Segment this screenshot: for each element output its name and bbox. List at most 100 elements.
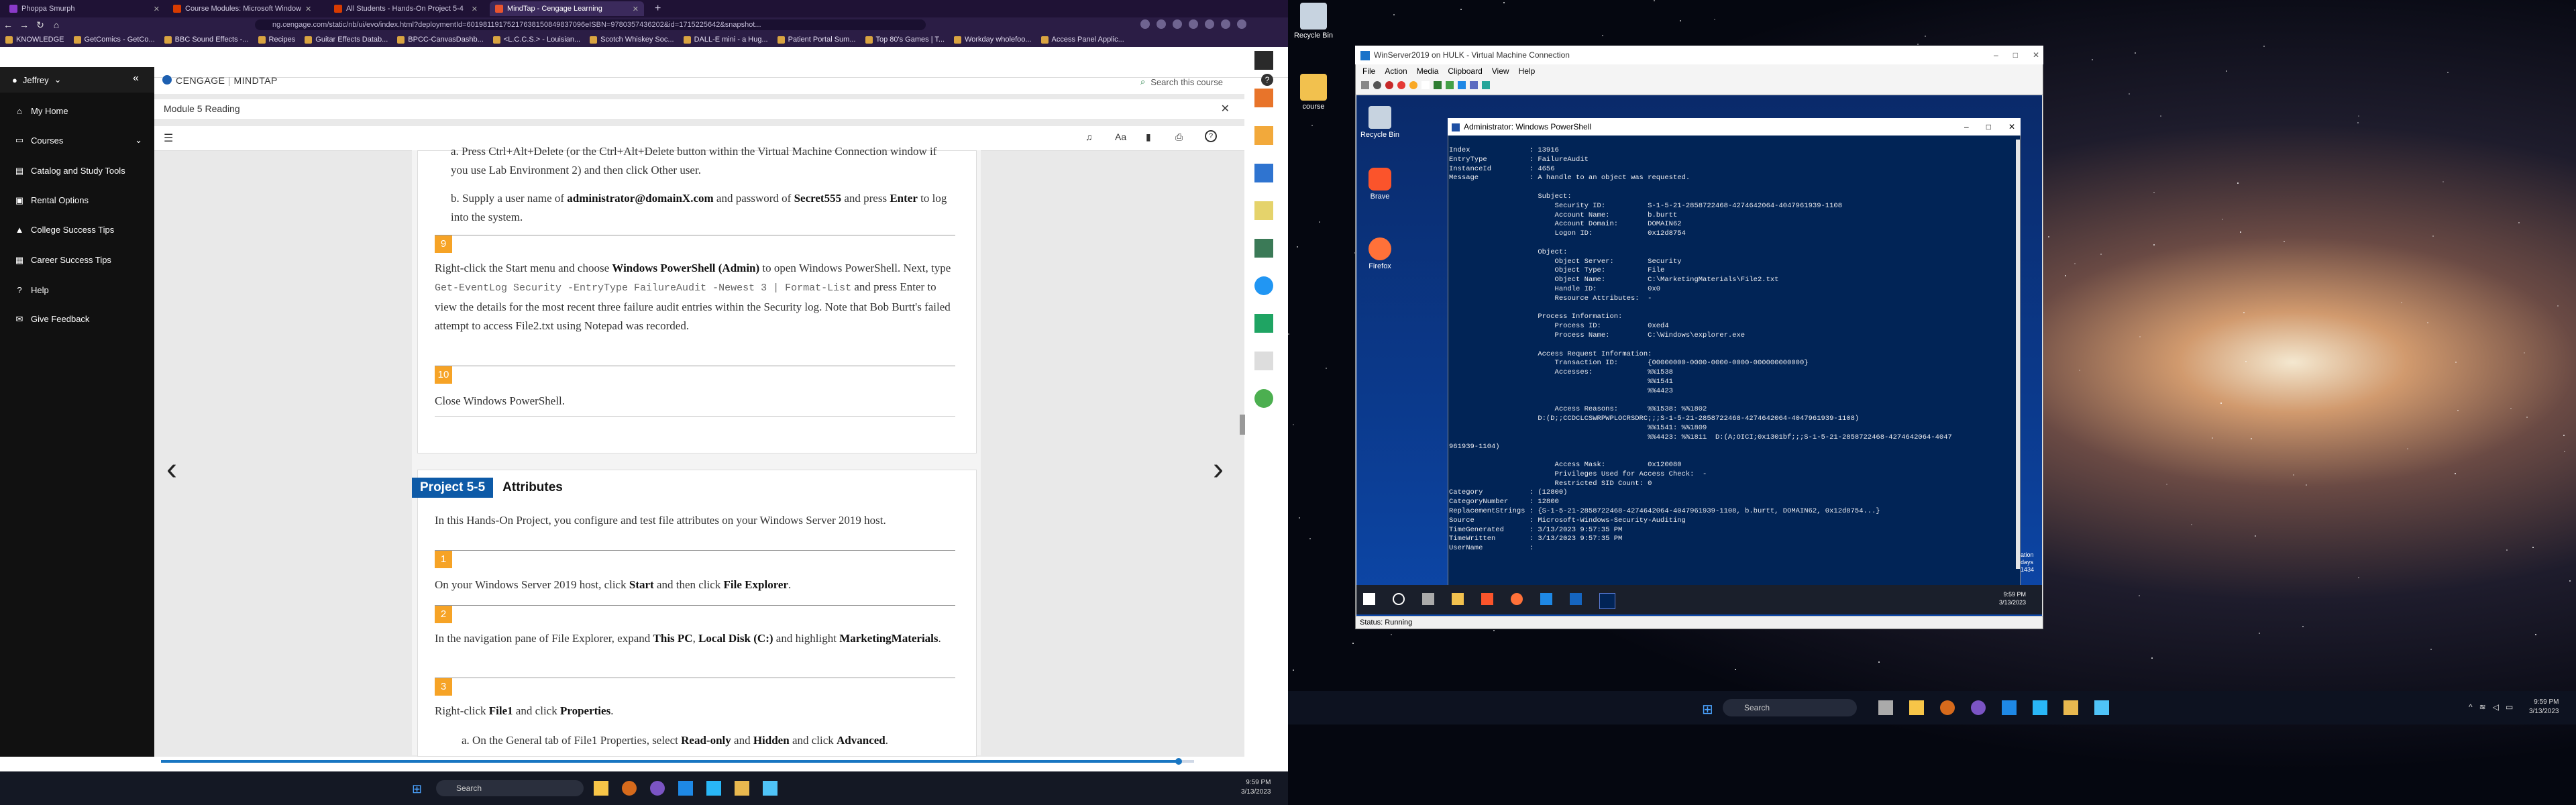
guest-icon-brave[interactable]: Brave (1356, 168, 1403, 201)
address-bar[interactable]: ng.cengage.com/static/nb/ui/evo/index.ht… (255, 19, 926, 30)
browser-tab[interactable]: Phoppa Smurph ✕ (4, 1, 165, 16)
taskbar-clock[interactable]: 9:59 PM 3/13/2023 (2529, 698, 2559, 716)
app-icon[interactable] (1254, 352, 1273, 370)
menu-help[interactable]: Help (1519, 66, 1536, 76)
browser-tab[interactable]: Course Modules: Microsoft Window ✕ (168, 1, 315, 16)
cloud-icon[interactable] (1254, 276, 1273, 295)
notes-icon[interactable] (1254, 201, 1273, 220)
bookmark-item[interactable]: <L.C.C.S.> - Louisian... (492, 36, 580, 44)
save-state-icon[interactable] (1409, 81, 1417, 89)
collapse-sidebar-icon[interactable]: « (133, 72, 139, 85)
close-tab-icon[interactable]: ✕ (305, 5, 311, 13)
taskbar-search[interactable]: Search (1723, 699, 1857, 716)
reset-icon[interactable] (1446, 81, 1454, 89)
app-icon[interactable] (2063, 700, 2078, 715)
wifi-icon[interactable]: ≋ (2479, 702, 2486, 712)
close-icon[interactable]: ✕ (2008, 118, 2015, 136)
app-icon[interactable] (1971, 700, 1986, 715)
app-icon[interactable] (1570, 593, 1582, 605)
brave-icon[interactable] (1940, 700, 1955, 715)
home-icon[interactable]: ⌂ (48, 19, 64, 30)
sidebar-item-career-success[interactable]: ▦ Career Success Tips (15, 255, 149, 265)
menu-action[interactable]: Action (1385, 66, 1407, 76)
app-icon[interactable] (1254, 239, 1273, 258)
sidebar-item-courses[interactable]: ▭ Courses ⌄ (15, 135, 149, 146)
windows-start-icon[interactable] (1363, 593, 1375, 605)
powershell-output[interactable]: Index : 13916 EntryType : FailureAudit I… (1449, 146, 2012, 562)
menu-media[interactable]: Media (1417, 66, 1439, 76)
app-icon[interactable] (1254, 164, 1273, 182)
start-icon[interactable]: ⊞ (1702, 701, 1713, 718)
sidebar-item-college-success[interactable]: ▲ College Success Tips (15, 225, 149, 235)
app-icon[interactable] (2094, 700, 2109, 715)
checkpoint-icon[interactable] (1458, 81, 1466, 89)
help-icon[interactable]: ? (1205, 130, 1217, 142)
menu-view[interactable]: View (1492, 66, 1509, 76)
menu-icon[interactable]: ☰ (164, 131, 173, 145)
bookmark-item[interactable]: Access Panel Applic... (1040, 36, 1124, 44)
volume-icon[interactable]: ◁ (2493, 702, 2499, 712)
pause-icon[interactable] (1434, 81, 1442, 89)
read-aloud-icon[interactable]: ♫ (1085, 131, 1093, 142)
brave-icon[interactable] (1481, 593, 1493, 605)
close-tab-icon[interactable]: ✕ (633, 5, 639, 13)
minimize-icon[interactable]: – (1964, 118, 1969, 136)
next-page-arrow-icon[interactable]: › (1213, 451, 1224, 488)
vscode-icon[interactable] (678, 781, 693, 796)
print-icon[interactable]: ⎙ (1175, 131, 1183, 143)
close-tab-icon[interactable]: ✕ (154, 5, 160, 13)
app-icon[interactable] (735, 781, 749, 796)
bookmark-item[interactable]: DALL-E mini - a Hug... (683, 36, 768, 44)
previous-page-arrow-icon[interactable]: ‹ (166, 451, 177, 488)
extension-icon[interactable] (1205, 19, 1214, 29)
maximize-icon[interactable]: □ (2013, 46, 2018, 64)
task-view-icon[interactable] (1422, 593, 1434, 605)
taskbar-clock[interactable]: 9:59 PM 3/13/2023 (1241, 778, 1271, 797)
close-icon[interactable]: ✕ (2033, 46, 2039, 64)
extension-icon[interactable] (1237, 19, 1246, 29)
start-vm-icon[interactable] (1373, 81, 1381, 89)
search-input[interactable]: Search this course (1150, 77, 1223, 87)
bookmark-item[interactable]: Scotch Whiskey Soc... (590, 36, 674, 44)
new-tab-button[interactable]: + (649, 1, 669, 16)
ctrl-alt-del-icon[interactable] (1361, 81, 1369, 89)
app-icon[interactable] (763, 781, 777, 796)
app-icon[interactable] (650, 781, 665, 796)
bookmark-item[interactable]: Top 80's Games | T... (865, 36, 945, 44)
content-scrollbar[interactable] (1240, 415, 1245, 435)
app-icon[interactable] (1254, 126, 1273, 145)
close-tab-icon[interactable]: ✕ (472, 5, 478, 13)
extension-icon[interactable] (1189, 19, 1198, 29)
turn-off-icon[interactable] (1385, 81, 1393, 89)
app-icon[interactable] (2033, 700, 2047, 715)
file-explorer-icon[interactable] (1909, 700, 1924, 715)
bookmark-item[interactable]: Patient Portal Sum... (777, 36, 856, 44)
text-size-icon[interactable]: Aa (1115, 131, 1126, 142)
menu-file[interactable]: File (1362, 66, 1375, 76)
extension-icon[interactable] (1157, 19, 1166, 29)
sidebar-item-my-home[interactable]: ⌂ My Home (15, 106, 149, 116)
file-explorer-icon[interactable] (1452, 593, 1464, 605)
pencil-icon[interactable] (1254, 51, 1273, 70)
powershell-scrollbar[interactable] (2016, 140, 2020, 569)
start-icon[interactable]: ⊞ (412, 782, 422, 796)
sidebar-item-catalog[interactable]: ▤ Catalog and Study Tools (15, 166, 149, 176)
extension-icon[interactable] (1221, 19, 1230, 29)
app-icon[interactable] (706, 781, 721, 796)
search-icon[interactable] (1393, 593, 1405, 605)
revert-icon[interactable] (1470, 81, 1478, 89)
powershell-taskbar-icon[interactable] (1599, 593, 1615, 609)
back-icon[interactable]: ← (0, 19, 16, 30)
app-icon[interactable] (1878, 700, 1893, 715)
sidebar-item-rental-options[interactable]: ▣ Rental Options (15, 195, 149, 205)
bookmark-item[interactable]: Workday wholefoo... (954, 36, 1032, 44)
enhanced-session-icon[interactable] (1482, 81, 1490, 89)
vscode-icon[interactable] (2002, 700, 2017, 715)
rss-icon[interactable] (1254, 89, 1273, 107)
shutdown-icon[interactable] (1397, 81, 1405, 89)
course-search[interactable]: ⌕ Search this course (1140, 76, 1223, 87)
guest-icon-firefox[interactable]: Firefox (1356, 237, 1403, 270)
guest-icon-recycle-bin[interactable]: Recycle Bin (1356, 106, 1403, 139)
reload-icon[interactable]: ↻ (32, 19, 48, 31)
firefox-icon[interactable] (1511, 593, 1523, 605)
